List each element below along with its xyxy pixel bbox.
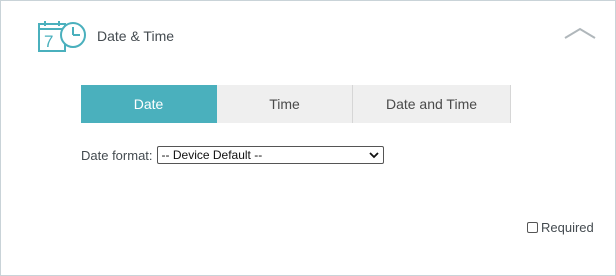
- date-format-select[interactable]: -- Device Default --: [156, 146, 384, 164]
- required-checkbox[interactable]: [527, 221, 538, 233]
- required-label: Required: [541, 219, 594, 235]
- field-title: Date & Time: [97, 28, 175, 44]
- date-format-row: Date format: -- Device Default --: [81, 146, 384, 164]
- field-header: 7 Date & Time: [37, 18, 174, 54]
- date-format-selected-value: -- Device Default --: [161, 148, 263, 162]
- svg-text:7: 7: [44, 32, 53, 51]
- tab-date-and-time[interactable]: Date and Time: [353, 85, 511, 123]
- chevron-up-icon: [564, 27, 596, 39]
- tab-date[interactable]: Date: [81, 85, 217, 123]
- tab-time[interactable]: Time: [217, 85, 353, 123]
- date-format-label: Date format:: [81, 147, 153, 163]
- required-option: Required: [527, 219, 594, 235]
- format-type-tabs: Date Time Date and Time: [81, 85, 511, 123]
- date-time-field-panel: 7 Date & Time Date Time Date and Time Da…: [0, 0, 616, 276]
- calendar-clock-icon: 7: [38, 21, 86, 52]
- chevron-down-icon: [368, 152, 379, 159]
- collapse-button[interactable]: [563, 25, 597, 41]
